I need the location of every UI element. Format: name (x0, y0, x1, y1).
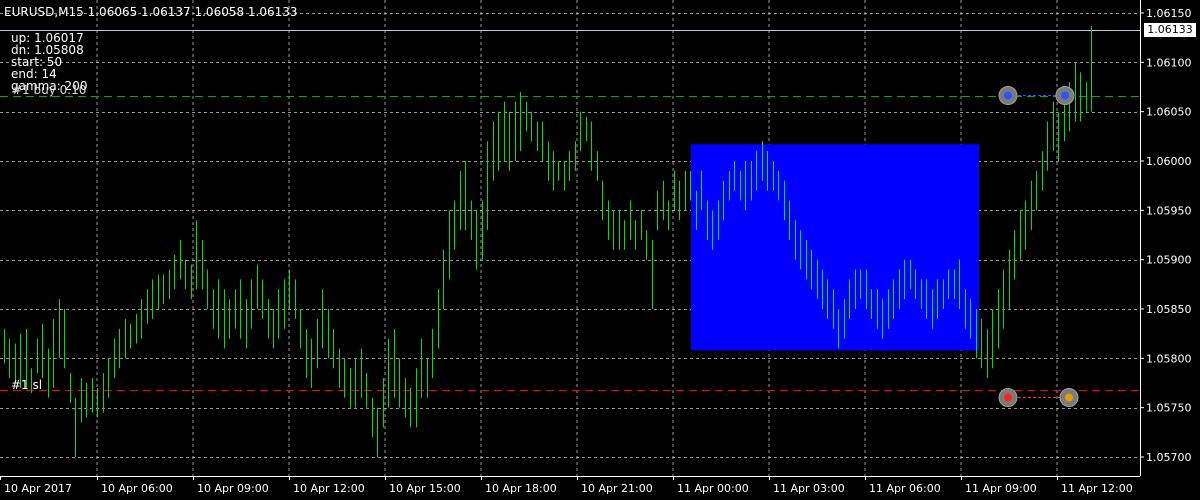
price-tick-label: 1.05700 (1146, 451, 1192, 464)
price-tick-label: 1.06050 (1146, 106, 1192, 119)
time-tick-label: 10 Apr 15:00 (389, 482, 461, 495)
price-tick-label: 1.06000 (1146, 155, 1192, 168)
time-tick-label: 10 Apr 21:00 (581, 482, 653, 495)
chart-window[interactable]: 1.06150 1.06100 1.06050 1.06000 1.05950 1.059… (0, 0, 1200, 500)
price-chart[interactable]: 1.06150 1.06100 1.06050 1.06000 1.05950 1.059… (0, 0, 1200, 500)
buy-current-marker-core (1061, 91, 1069, 100)
time-tick-label: 10 Apr 12:00 (293, 482, 365, 495)
sl-current-marker-core (1065, 393, 1073, 402)
buy-open-marker-core (1004, 91, 1012, 100)
time-tick-label: 10 Apr 18:00 (485, 482, 557, 495)
price-tick-label: 1.05850 (1146, 303, 1192, 316)
chart-header: EURUSD,M15 1.06065 1.06137 1.06058 1.061… (4, 6, 298, 18)
time-tick-label: 11 Apr 03:00 (773, 482, 845, 495)
current-price-tag: 1.06133 (1144, 23, 1196, 37)
ohlc-values: 1.06065 1.06137 1.06058 1.06133 (87, 5, 298, 19)
price-tick-label: 1.05750 (1146, 402, 1192, 415)
sl-open-marker-core (1004, 393, 1012, 402)
price-tick-label: 1.06100 (1146, 56, 1192, 69)
price-tick-label: 1.06150 (1146, 7, 1192, 20)
price-tick-label: 1.05900 (1146, 254, 1192, 267)
buy-order-label: #1 buy 0.10 (12, 83, 87, 97)
time-tick-label: 10 Apr 06:00 (101, 482, 173, 495)
time-tick-label: 11 Apr 12:00 (1061, 482, 1133, 495)
time-tick-label: 11 Apr 09:00 (965, 482, 1037, 495)
stop-loss-label: #1 sl (11, 378, 43, 392)
time-tick-label: 11 Apr 06:00 (869, 482, 941, 495)
time-tick-label: 11 Apr 00:00 (677, 482, 749, 495)
price-tick-label: 1.05950 (1146, 204, 1192, 217)
time-tick-label: 10 Apr 2017 (4, 482, 72, 495)
price-tick-label: 1.05800 (1146, 352, 1192, 365)
time-tick-label: 10 Apr 09:00 (197, 482, 269, 495)
symbol-timeframe: EURUSD,M15 (4, 5, 84, 19)
